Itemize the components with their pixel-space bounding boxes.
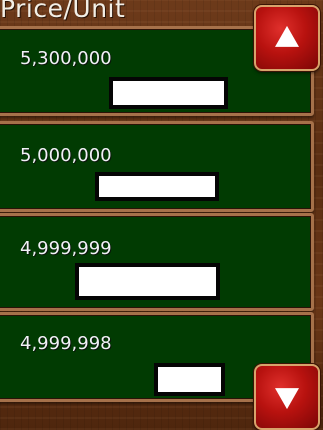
scroll-down-button[interactable] (254, 364, 320, 430)
price-per-unit: 4,999,998 (20, 333, 112, 354)
column-header: Price/Unit (0, 0, 126, 23)
quantity-box (95, 172, 219, 201)
price-per-unit: 5,300,000 (20, 48, 112, 69)
listing-row[interactable]: 5,000,000 (0, 121, 314, 212)
quantity-box (154, 363, 225, 396)
scroll-up-button[interactable] (254, 5, 320, 71)
listing-row[interactable]: 4,999,999 (0, 213, 314, 311)
price-per-unit: 5,000,000 (20, 145, 112, 166)
price-per-unit: 4,999,999 (20, 238, 112, 259)
arrow-down-icon (275, 388, 299, 410)
quantity-box (109, 77, 228, 109)
quantity-box (75, 263, 220, 300)
arrow-up-icon (275, 25, 299, 47)
